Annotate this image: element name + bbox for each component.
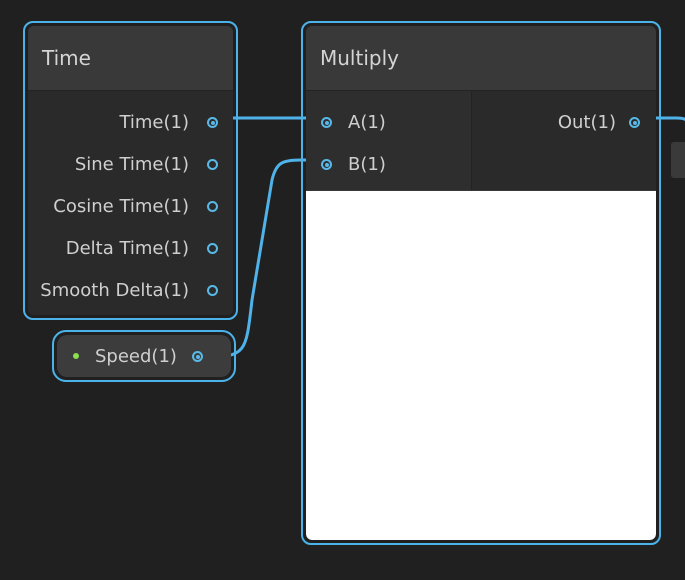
- speed-node-label: Speed(1): [95, 346, 177, 367]
- time-node-frame: Time Time(1) Sine Time(1) Cosine Time(1)…: [28, 26, 233, 315]
- multiply-node-header[interactable]: Multiply: [306, 26, 656, 91]
- port-label-sine-time: Sine Time(1): [74, 154, 189, 175]
- time-node-title: Time: [42, 46, 91, 70]
- port-out-output[interactable]: [629, 117, 640, 128]
- multiply-node-frame: Multiply A(1) B(1) Out(1): [306, 26, 656, 540]
- port-label-delta-time: Delta Time(1): [65, 238, 189, 259]
- port-delta-time-output[interactable]: [207, 243, 218, 254]
- port-time-output[interactable]: [207, 117, 218, 128]
- multiply-preview: [306, 191, 656, 540]
- port-b-input[interactable]: [321, 159, 332, 170]
- time-node[interactable]: Time Time(1) Sine Time(1) Cosine Time(1)…: [23, 21, 238, 320]
- port-label-b: B(1): [348, 154, 386, 175]
- port-speed-output[interactable]: [192, 351, 203, 362]
- property-indicator-dot: [73, 353, 79, 359]
- port-cosine-time-output[interactable]: [207, 201, 218, 212]
- multiply-node-title: Multiply: [320, 46, 399, 70]
- offscreen-node-edge[interactable]: [671, 142, 685, 178]
- port-a-input[interactable]: [321, 117, 332, 128]
- time-node-outputs: Time(1) Sine Time(1) Cosine Time(1) Delt…: [28, 91, 233, 315]
- port-label-out: Out(1): [557, 112, 616, 133]
- port-sine-time-output[interactable]: [207, 159, 218, 170]
- multiply-outputs-panel: Out(1): [472, 91, 656, 190]
- port-label-a: A(1): [348, 112, 386, 133]
- time-node-header[interactable]: Time: [28, 26, 233, 91]
- port-label-cosine-time: Cosine Time(1): [53, 196, 189, 217]
- speed-property-node[interactable]: Speed(1): [52, 330, 236, 382]
- multiply-node[interactable]: Multiply A(1) B(1) Out(1): [301, 21, 661, 545]
- shader-graph-canvas[interactable]: Time Time(1) Sine Time(1) Cosine Time(1)…: [0, 0, 685, 580]
- multiply-inputs-panel: A(1) B(1): [306, 91, 472, 190]
- speed-node-frame: Speed(1): [57, 335, 231, 377]
- port-label-smooth-delta: Smooth Delta(1): [40, 280, 189, 301]
- port-smooth-delta-output[interactable]: [207, 285, 218, 296]
- port-label-time: Time(1): [119, 112, 189, 133]
